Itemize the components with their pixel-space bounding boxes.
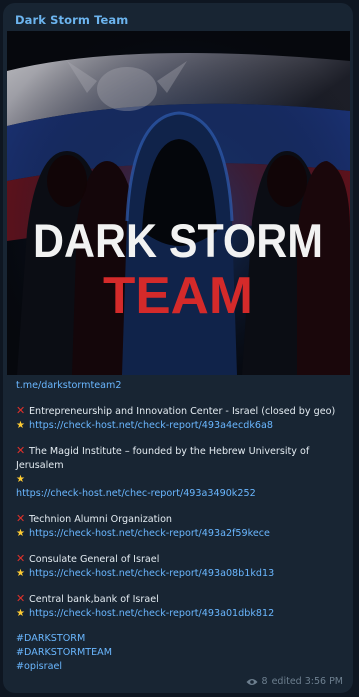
- channel-name[interactable]: Dark Storm Team: [15, 13, 128, 27]
- entry-link[interactable]: https://check-host.net/check-report/493a…: [29, 528, 270, 539]
- entry: ✕ The Magid Institute – founded by the He…: [16, 444, 342, 501]
- entry-link[interactable]: https://check-host.net/check-report/493a…: [29, 568, 274, 579]
- message-footer: 8 edited 3:56 PM: [246, 676, 343, 687]
- entry-title: Entrepreneurship and Innovation Center -…: [29, 406, 336, 417]
- red-x-icon: ✕: [16, 444, 26, 457]
- view-count: 8: [261, 676, 268, 687]
- message-bubble: Dark Storm Team DARK STORM TEAM t.me/dar…: [3, 3, 353, 693]
- entry-title: Consulate General of Israel: [29, 554, 160, 565]
- entry-title: Central bank,bank of Israel: [29, 594, 159, 605]
- post-image[interactable]: DARK STORM TEAM: [7, 31, 350, 375]
- entry: ✕ Technion Alumni Organization ★ https://c…: [16, 512, 342, 541]
- star-icon: ★: [16, 568, 25, 579]
- message-text: t.me/darkstormteam2 ✕ Entrepreneurship an…: [16, 379, 342, 674]
- edited-timestamp: edited 3:56 PM: [271, 676, 343, 687]
- dark-storm-poster: DARK STORM TEAM: [7, 31, 350, 375]
- star-icon: ★: [16, 420, 25, 431]
- hashtag[interactable]: #opisrael: [16, 660, 342, 674]
- red-x-icon: ✕: [16, 592, 26, 605]
- red-x-icon: ✕: [16, 404, 26, 417]
- red-x-icon: ✕: [16, 552, 26, 565]
- star-icon: ★: [16, 608, 25, 619]
- entry: ✕ Entrepreneurship and Innovation Center …: [16, 404, 342, 433]
- hashtag[interactable]: #DARKSTORM: [16, 632, 342, 646]
- entry-link[interactable]: https://check-host.net/check-report/493a…: [29, 608, 274, 619]
- hashtag[interactable]: #DARKSTORMTEAM: [16, 646, 342, 660]
- eye-icon: [246, 678, 258, 685]
- star-icon: ★: [16, 528, 25, 539]
- star-icon: ★: [16, 474, 25, 485]
- entry-title: The Magid Institute – founded by the Heb…: [29, 446, 310, 457]
- entry: ✕ Central bank,bank of Israel ★ https://ch…: [16, 592, 342, 621]
- entry-link[interactable]: https://check-host.net/check-report/493a…: [29, 420, 273, 431]
- hashtags: #DARKSTORM #DARKSTORMTEAM #opisrael: [16, 632, 342, 674]
- poster-title-line2: TEAM: [103, 267, 253, 325]
- entry-title: Technion Alumni Organization: [29, 514, 173, 525]
- poster-title-line1: DARK STORM: [33, 214, 323, 267]
- entry: ✕ Consulate General of Israel ★ https://ch…: [16, 552, 342, 581]
- red-x-icon: ✕: [16, 512, 26, 525]
- channel-link[interactable]: t.me/darkstormteam2: [16, 379, 342, 393]
- entry-title-cont: Jerusalem: [16, 460, 64, 471]
- entry-link[interactable]: https://check-host.net/chec-report/493a3…: [16, 487, 342, 501]
